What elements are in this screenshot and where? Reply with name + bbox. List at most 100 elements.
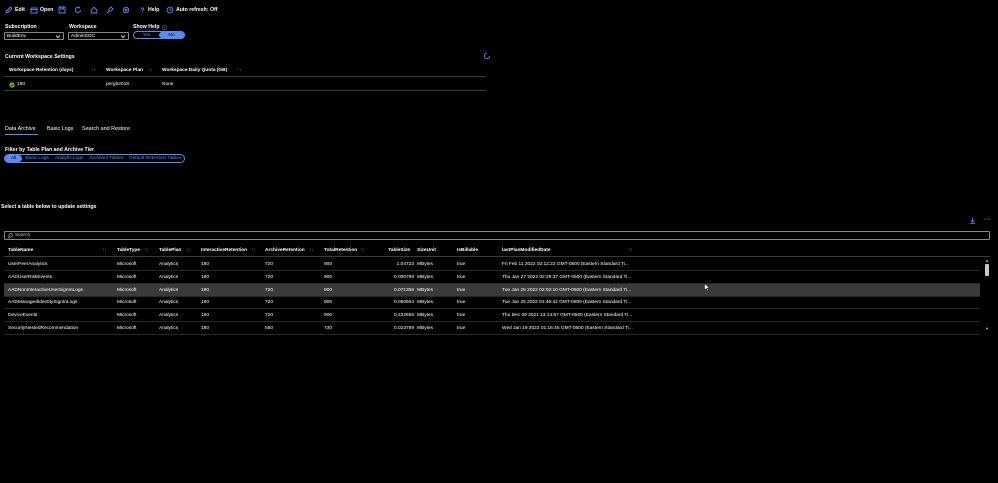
refresh-button[interactable] [74,6,82,14]
cell-tableplan: Analytics [159,300,179,306]
tab-basic-logs[interactable]: Basic Logs [47,126,73,132]
settings-header-plan[interactable]: Workspace Plan [106,68,143,73]
help-button[interactable]: ? Help [138,6,159,15]
scroll-down-icon[interactable]: ▼ [985,326,989,331]
settings-header-divider [4,76,486,77]
table-row[interactable]: AADNonInteractiveUserSignInLogs Microsoft… [4,283,980,297]
cell-isbillable: true [457,287,466,293]
filter-analytic-logs[interactable]: Analytic Logs [52,155,87,162]
settings-header-retention[interactable]: Workspace Retention (days) [9,68,73,73]
column-header-interactiveretention[interactable]: InteractiveRetention [201,248,247,253]
column-header-archiveretention[interactable]: ArchiveRetention [265,248,305,253]
cell-tablesize: 0.232655 [393,313,414,319]
show-help-yes[interactable]: Yes [134,32,159,38]
cell-isbillable: true [457,300,466,306]
cell-lastplanmodifieddate: Thu Jan 27 2022 02:29:37 GMT-0500 (Easte… [502,274,632,280]
cell-sizeunit: MBytes [417,262,433,267]
save-icon [58,6,66,14]
sort-icon[interactable]: ↑↓ [186,247,191,253]
sort-icon[interactable]: ↑↓ [148,67,153,73]
tab-data-archive[interactable]: Data Archive [5,126,36,132]
cell-tableplan: Analytics [159,287,179,293]
column-header-lastplanmodifieddate[interactable]: lastPlanModifiedDate [502,248,551,253]
cell-totalretention: 900 [324,274,333,280]
home-button[interactable] [90,6,98,14]
sort-icon[interactable]: ↑↓ [309,247,314,253]
cell-tabletype: Microsoft [117,326,137,331]
subscription-dropdown[interactable]: BuildEnv [4,32,64,40]
settings-value-quota: None [162,82,174,87]
sort-icon[interactable]: ↑↓ [102,247,107,253]
cell-tableplan: Analytics [159,274,179,280]
open-icon [30,7,38,14]
save-button[interactable] [58,6,66,14]
sort-icon[interactable]: ↑↓ [628,247,633,253]
svg-text:?: ? [140,8,144,15]
cell-lastplanmodifieddate: Thu Dec 09 2021 13:14:57 GMT-0500 (Easte… [502,313,633,319]
cell-lastplanmodifieddate: Fri Feb 11 2022 02:12:22 GMT-0500 (Easte… [502,262,629,267]
cell-tablesize: 0.071356 [393,287,414,293]
edit-button[interactable]: Edit [5,6,25,14]
spinner-icon [483,52,491,60]
sort-icon[interactable]: ↑↓ [406,247,411,253]
cell-interactiveretention: 180 [201,313,210,319]
cell-archiveretention: 720 [265,287,274,293]
cell-tableplan: Analytics [159,313,179,319]
cell-sizeunit: MBytes [417,274,433,280]
sort-icon[interactable]: ↑↓ [237,67,242,73]
table-row[interactable]: UserPeerAnalytics Microsoft Analytics 180 72… [4,258,980,271]
cell-tableplan: Analytics [159,262,179,267]
open-button[interactable]: Open [30,6,53,14]
more-icon[interactable]: ··· [983,216,992,223]
edit-label: Edit [15,7,25,13]
sort-icon[interactable]: ↑↓ [360,247,365,253]
column-header-isbillable[interactable]: IsBillable [457,248,478,253]
column-header-sizeunit[interactable]: SizeUnit [417,248,436,253]
search-icon [7,232,13,238]
info-icon [161,24,167,30]
cell-isbillable: true [457,262,466,267]
table-row[interactable]: AADManagedIdentitySignInLogs Microsoft Ana… [4,296,980,310]
cell-interactiveretention: 180 [201,326,210,331]
table-header-divider [4,256,990,257]
table-row[interactable]: AADUserRiskEvents Microsoft Analytics 180 72… [4,271,980,284]
scroll-up-icon[interactable]: ▲ [985,258,989,263]
auto-refresh-button[interactable]: Auto refresh: Off [166,6,218,14]
scrollbar-thumb[interactable] [985,264,989,276]
table-scrollbar[interactable]: ▲ ▼ [984,258,990,334]
sort-icon[interactable]: ↑↓ [91,67,96,73]
filter-all[interactable]: All [5,155,23,162]
check-icon [9,82,15,88]
cell-isbillable: true [457,326,466,331]
table-row[interactable]: SecurityNestedRecommendation Microsoft Ana… [4,322,980,335]
settings-header-quota[interactable]: Workspace Daily Quota (GB) [162,68,227,73]
cell-lastplanmodifieddate: Tue Jan 25 2022 01:46:42 GMT-0500 (Easte… [502,300,632,306]
show-help-label: Show Help [133,24,160,30]
show-help-toggle[interactable]: Yes No [133,31,185,39]
sort-icon[interactable]: ↑↓ [144,247,149,253]
help-icon: ? [140,8,144,15]
filter-default-retention-tables[interactable]: Default Retention Tables [126,155,184,162]
column-header-tableplan[interactable]: TablePlan [159,248,181,253]
column-header-tablename[interactable]: TableName [8,248,33,253]
subscription-label: Subscription [5,24,37,30]
column-header-tabletype[interactable]: TableType [117,248,140,253]
cell-tablesize: 0.000798 [393,274,414,280]
cell-archiveretention: 550 [265,326,274,331]
table-row[interactable]: DeviceEvents Microsoft Analytics 180 720 900 0… [4,309,980,323]
cell-tabletype: Microsoft [117,313,137,319]
settings-button[interactable] [122,6,130,14]
workspace-dropdown[interactable]: AdminSOC [68,32,129,40]
tab-search-and-restore[interactable]: Search and Restore [82,126,130,132]
column-header-totalretention[interactable]: TotalRetention [324,248,357,253]
filter-archived-tables[interactable]: Archived Tables [86,155,126,162]
settings-icon [122,6,130,14]
download-icon[interactable] [969,217,976,224]
search-input[interactable]: Search [4,231,990,240]
show-help-no[interactable]: No [159,32,184,38]
sort-icon[interactable]: ↑↓ [251,247,256,253]
auto-refresh-label: Auto refresh: Off [176,7,218,13]
filter-basic-logs[interactable]: Basic Logs [22,155,51,162]
settings-value-retention: 180 [17,82,26,87]
pin-button[interactable] [106,6,114,14]
